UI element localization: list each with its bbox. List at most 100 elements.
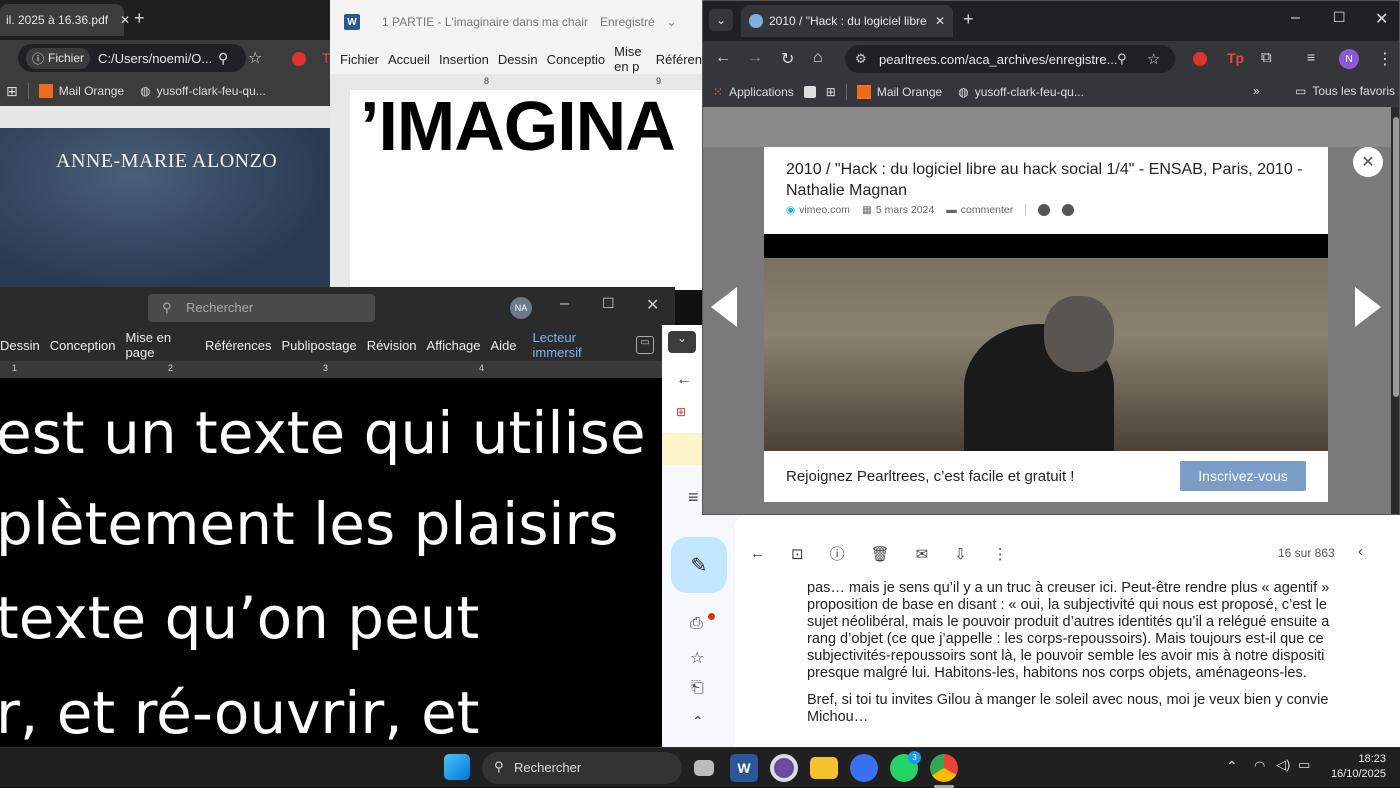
report-spam-icon[interactable]: ⓘ [830, 543, 845, 564]
main-menu-icon[interactable]: ≡ [688, 487, 699, 508]
menu-aide[interactable]: Aide [491, 338, 517, 353]
apps-icon[interactable]: ⊞ [676, 405, 686, 419]
bookmark-yusoff[interactable]: ◍ yusoff-clark-feu-qu... [958, 85, 1084, 99]
bookmark-blank-icon[interactable] [803, 86, 816, 98]
close-icon[interactable]: ✕ [935, 14, 945, 28]
menu-dessin[interactable]: Dessin [0, 338, 40, 353]
extension-icon[interactable] [292, 52, 306, 66]
mark-unread-icon[interactable]: ✉ [916, 545, 929, 563]
zoom-icon[interactable]: ⚲ [218, 50, 228, 67]
tab-search-icon[interactable]: ⌄ [709, 9, 733, 31]
maximize-icon[interactable]: ☐ [1333, 9, 1346, 26]
media-icon[interactable]: ≡ [1307, 49, 1315, 65]
share-icon[interactable] [1038, 204, 1051, 216]
menu-accueil[interactable]: Accueil [388, 52, 430, 67]
starred-icon[interactable]: ☆ [690, 648, 704, 668]
menu-affichage[interactable]: Affichage [427, 338, 481, 353]
source-chip[interactable]: ◉ vimeo.com [786, 204, 850, 216]
more-vert-icon[interactable]: ⋮ [1377, 49, 1393, 69]
bookmark-applications[interactable]: ⁙ Applications [713, 85, 794, 99]
bookmark-mail-orange[interactable]: Mail Orange [856, 85, 942, 99]
minimize-icon[interactable]: – [1291, 9, 1300, 27]
extension-icon-2[interactable]: Tp [1227, 50, 1244, 66]
volume-icon[interactable]: ◁) [1276, 757, 1290, 773]
chevron-left-icon[interactable]: ‹ [1358, 543, 1363, 560]
double-chevron-icon[interactable]: » [1253, 84, 1260, 98]
menu-lecteur-immersif[interactable]: Lecteur immersif [533, 330, 619, 360]
new-tab-icon[interactable]: + [963, 9, 974, 30]
video-player[interactable] [764, 234, 1328, 451]
chevron-down-icon[interactable]: ⌄ [668, 331, 696, 353]
minimize-icon[interactable]: – [560, 295, 569, 313]
menu-references[interactable]: Références [205, 338, 271, 353]
pearl-icon[interactable] [1062, 204, 1075, 216]
close-icon[interactable]: ✕ [646, 295, 659, 315]
word-taskbar-icon[interactable]: W [730, 754, 758, 782]
messenger-icon[interactable] [850, 754, 878, 782]
file-explorer-icon[interactable] [810, 757, 838, 779]
comment-icon[interactable]: ▭ [636, 336, 655, 354]
reload-icon[interactable]: ↻ [781, 49, 794, 69]
menu-revision[interactable]: Révision [367, 338, 417, 353]
bookmark-yusoff[interactable]: ◍ yusoff-clark-feu-qu... [140, 84, 266, 98]
delete-icon[interactable]: 🗑 [871, 545, 890, 563]
wifi-icon[interactable]: ◠ [1254, 758, 1265, 774]
battery-icon[interactable]: ▭ [1298, 757, 1310, 773]
clipboard-icon[interactable]: ⎗ [691, 679, 704, 697]
extension-icon[interactable] [1193, 52, 1207, 66]
taskbar-search[interactable]: ⚲ Rechercher [482, 752, 682, 784]
word-search-box[interactable]: ⚲ Rechercher [148, 294, 375, 322]
inbox-icon[interactable]: ⎙ [690, 615, 703, 633]
chrome-taskbar-icon[interactable] [930, 754, 958, 782]
user-avatar[interactable]: NA [510, 297, 532, 319]
back-arrow-icon[interactable]: ← [750, 545, 765, 562]
menu-publipostage[interactable]: Publipostage [282, 338, 357, 353]
windows-start-icon[interactable] [444, 754, 470, 780]
apps-grid-icon[interactable]: ⊞ [6, 83, 18, 100]
home-icon[interactable]: ⌂ [813, 49, 823, 67]
chevron-down-icon[interactable]: ⌄ [667, 15, 677, 29]
all-bookmarks[interactable]: ▭ Tous les favoris [1295, 84, 1395, 98]
menu-mise-en-page[interactable]: Mise en page [126, 330, 196, 360]
menu-conception[interactable]: Conception [50, 338, 116, 353]
menu-dessin[interactable]: Dessin [498, 52, 538, 67]
menu-fichier[interactable]: Fichier [340, 52, 379, 67]
grid-icon[interactable]: ⊞ [826, 85, 836, 99]
task-view-icon[interactable] [694, 760, 714, 776]
puzzle-icon[interactable]: ⧉ [1261, 49, 1272, 66]
clock[interactable]: 18:23 16/10/2025 [1326, 752, 1386, 782]
prev-arrow-icon[interactable] [711, 287, 737, 327]
comment-chip[interactable]: ▬ commenter [946, 204, 1013, 216]
pdf-tab[interactable]: il. 2025 à 16.36.pdf ✕ [0, 4, 130, 36]
star-icon[interactable]: ☆ [1147, 50, 1160, 68]
archive-icon[interactable]: ⊡ [791, 545, 804, 563]
scrollbar[interactable] [1391, 107, 1399, 514]
signup-button[interactable]: Inscrivez-vous [1180, 461, 1306, 491]
close-icon[interactable]: ✕ [120, 13, 130, 27]
zoom-icon[interactable]: ⚲ [1117, 51, 1127, 67]
next-arrow-icon[interactable] [1355, 287, 1381, 327]
maximize-icon[interactable]: ☐ [602, 295, 615, 312]
back-arrow-icon[interactable]: ← [676, 371, 692, 389]
menu-mise-en-page[interactable]: Mise en p [614, 44, 647, 74]
obs-icon[interactable] [770, 754, 798, 782]
profile-avatar[interactable]: N [1339, 49, 1359, 69]
back-icon[interactable]: ← [715, 49, 731, 67]
star-icon[interactable]: ☆ [248, 48, 262, 68]
new-tab-icon[interactable]: + [134, 8, 145, 29]
url-bar[interactable]: ⚙ pearltrees.com/aca_archives/enregistre… [845, 45, 1175, 73]
move-icon[interactable]: ⇩ [954, 545, 967, 563]
menu-references[interactable]: Référen [656, 52, 702, 67]
chevron-up-icon[interactable]: ⌃ [1226, 758, 1238, 775]
compose-button[interactable]: ✎ [671, 537, 727, 593]
menu-insertion[interactable]: Insertion [439, 52, 489, 67]
menu-conception[interactable]: Conceptio [547, 52, 606, 67]
scrollbar-thumb[interactable] [1393, 117, 1399, 397]
close-modal-icon[interactable]: ✕ [1353, 147, 1383, 177]
address-field[interactable]: ⓘ Fichier C:/Users/noemi/O... [18, 44, 246, 72]
bookmark-mail-orange[interactable]: Mail Orange [38, 84, 124, 98]
close-window-icon[interactable]: ✕ [1375, 9, 1388, 29]
chrome-active-tab[interactable]: 2010 / "Hack : du logiciel libre a ✕ [741, 5, 953, 37]
forward-icon[interactable]: → [747, 49, 763, 67]
more-vert-icon[interactable]: ⋮ [993, 545, 1008, 563]
